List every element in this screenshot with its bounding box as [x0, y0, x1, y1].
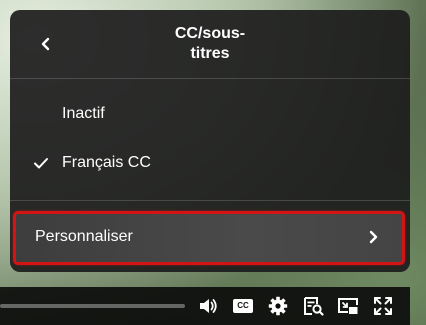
volume-button[interactable]	[197, 295, 219, 317]
menu-title: CC/sous- titres	[174, 25, 246, 62]
captions-settings-menu: CC/sous- titres Inactif Français CC Pers…	[10, 10, 410, 272]
customize-captions-button[interactable]: Personnaliser	[13, 211, 405, 265]
cc-icon: CC	[233, 299, 253, 313]
menu-header: CC/sous- titres	[10, 10, 410, 79]
chevron-right-icon	[369, 230, 378, 244]
captions-button[interactable]: CC	[232, 295, 254, 317]
settings-gear-icon	[268, 296, 288, 316]
chevron-left-icon	[41, 37, 50, 51]
caption-option-label: Français CC	[62, 154, 151, 171]
picture-in-picture-icon	[338, 298, 358, 314]
caption-option-label: Inactif	[62, 105, 105, 122]
volume-icon	[200, 299, 217, 313]
menu-divider	[10, 200, 410, 201]
caption-option-francais-cc[interactable]: Français CC	[10, 140, 410, 186]
player-controls-bar: CC	[0, 287, 410, 325]
settings-button[interactable]	[267, 295, 289, 317]
transcript-search-icon	[304, 297, 324, 316]
caption-option-inactif[interactable]: Inactif	[10, 91, 410, 137]
progress-bar[interactable]	[0, 304, 185, 308]
fullscreen-button[interactable]	[372, 295, 394, 317]
picture-in-picture-button[interactable]	[337, 295, 359, 317]
back-button[interactable]	[36, 34, 56, 54]
transcript-button[interactable]	[302, 295, 324, 317]
customize-label: Personnaliser	[35, 228, 133, 245]
fullscreen-icon	[374, 297, 392, 315]
checkmark-icon	[34, 158, 48, 169]
